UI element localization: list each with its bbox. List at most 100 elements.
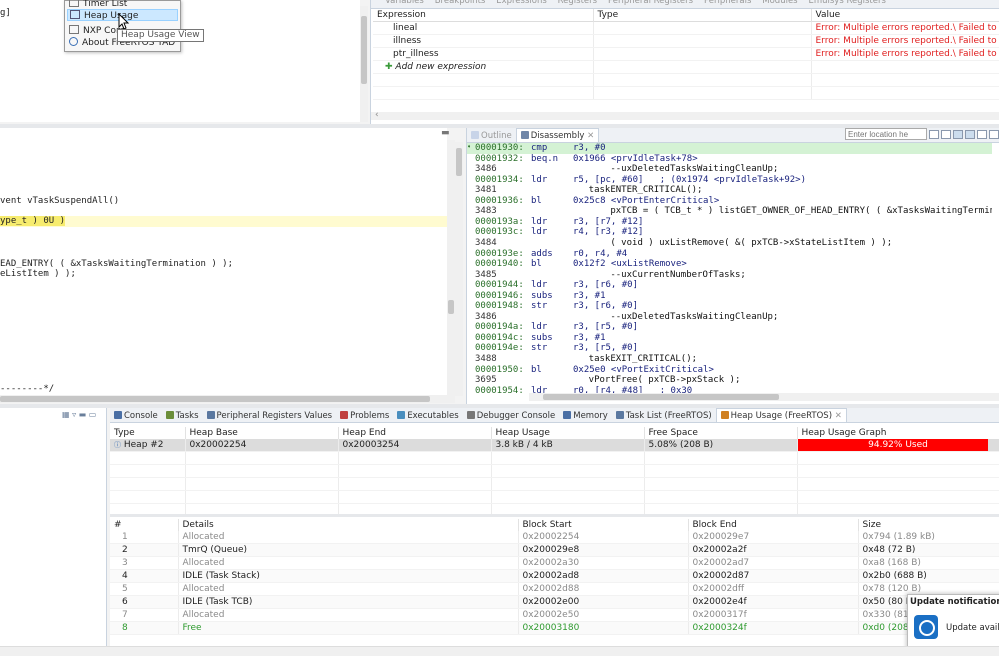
tab-tasks[interactable]: Tasks (162, 409, 203, 422)
col-heap-usage-graph[interactable]: Heap Usage Graph (797, 427, 999, 439)
close-icon[interactable]: ✕ (832, 411, 842, 421)
disassembly-source-line[interactable]: 3485 --uxCurrentNumberOfTasks; (467, 270, 992, 281)
left-blank-panel: ▦ ▿ ▬ ▭ (0, 408, 107, 655)
col-block-end[interactable]: Block End (688, 519, 859, 531)
disassembly-mnemonic: beq.n (531, 153, 559, 164)
col-free-space[interactable]: Free Space (644, 427, 798, 439)
update-notification[interactable]: Update notification dia Update availab (907, 594, 999, 651)
disassembly-operands: 0x12f2 <uxListRemove> (573, 259, 687, 270)
disassembly-vscroll[interactable] (455, 142, 463, 396)
go-icon[interactable] (929, 130, 939, 139)
table-row[interactable]: 6 IDLE (Task TCB) 0x20002e00 0x20002e4f 0x50… (110, 595, 999, 609)
expressions-hscroll[interactable]: ‹ (371, 110, 999, 120)
col-type[interactable]: Type (593, 9, 812, 22)
table-row[interactable]: 1 Allocated 0x20002254 0x200029e7 0x794 (1.8… (110, 531, 999, 544)
disassembly-source-line[interactable]: 3483 pxTCB = ( TCB_t * ) listGET_OWNER_O… (467, 206, 992, 217)
location-input[interactable] (845, 128, 927, 140)
table-row[interactable]: 5 Allocated 0x20002d88 0x20002dff 0x78 (120 … (110, 582, 999, 596)
disassembly-instruction[interactable]: 00001934: ldr r5, [pc, #60] ; (0x1974 <prv… (467, 175, 992, 186)
disassembly-instruction[interactable]: 0000194e: str r3, [r5, #0] (467, 343, 992, 354)
editor-hscroll[interactable] (0, 395, 455, 403)
maximize-icon[interactable] (989, 130, 999, 139)
tab-emulsys-registers[interactable]: Emulsys Registers (804, 0, 889, 8)
heap-row[interactable]: ⓘ Heap #2 0x20002254 0x20003254 3.8 kB /… (110, 439, 999, 452)
tab-heap-usage-freertos[interactable]: Heap Usage (FreeRTOS) ✕ (715, 408, 847, 422)
filter-icon[interactable] (965, 130, 975, 139)
table-row[interactable]: 4 IDLE (Task Stack) 0x20002ad8 0x20002d87 0x… (110, 569, 999, 583)
block-num: 6 (110, 595, 179, 609)
disassembly-source-line[interactable]: 3481 taskENTER_CRITICAL(); (467, 185, 992, 196)
tab-executables[interactable]: Executables (393, 409, 462, 422)
table-row[interactable]: 3 Allocated 0x20002a30 0x20002ad7 0xa8 (168 … (110, 556, 999, 570)
tab-registers[interactable]: Registers (554, 0, 601, 8)
disassembly-instruction[interactable]: 0000193a: ldr r3, [r7, #12] (467, 217, 992, 228)
tab-task-list-freertos[interactable]: Task List (FreeRTOS) (612, 409, 716, 422)
col-value[interactable]: Value (811, 9, 999, 22)
refresh-icon[interactable] (977, 130, 987, 139)
disassembly-source-line[interactable]: 3695 vPortFree( pxTCB->pxStack ); (467, 375, 992, 386)
disassembly-instruction[interactable]: 00001936: bl 0x25c8 <vPortEnterCritical> (467, 196, 992, 207)
col-size[interactable]: Size (858, 519, 999, 531)
menu-item-timer-list[interactable]: Timer List (67, 0, 178, 9)
table-row[interactable]: 2 TmrQ (Queue) 0x200029e8 0x20002a2f 0x48 (7… (110, 543, 999, 557)
table-row[interactable]: 8 Free 0x20003180 0x2000324f 0xd0 (208 B) (110, 621, 999, 635)
disassembly-source-line[interactable]: 3484 ( void ) uxListRemove( &( pxTCB->xS… (467, 238, 992, 249)
top-left-scrollbar[interactable] (360, 6, 368, 122)
add-expression-row[interactable]: ✚ Add new expression (373, 60, 999, 74)
disassembly-instruction[interactable]: 0000194c: subs r3, #1 (467, 333, 992, 344)
tab-console[interactable]: Console (110, 409, 162, 422)
source-editor[interactable]: ▬ vent vTaskSuspendAll() ype_t ) 0U ) EA… (0, 128, 450, 400)
editor-minimize-icon[interactable]: ▬ (441, 128, 450, 138)
col-expression[interactable]: Expression (373, 9, 594, 22)
col-number[interactable]: # (110, 519, 179, 531)
col-type[interactable]: Type (110, 427, 186, 439)
tab-label: Debugger Console (476, 411, 556, 421)
col-details[interactable]: Details (178, 519, 519, 531)
table-row[interactable]: lineal Error: Multiple errors reported.\… (373, 21, 999, 35)
tab-peripheral-registers-values[interactable]: Peripheral Registers Values (203, 409, 337, 422)
disassembly-line-current[interactable]: 00001930: cmp r3, #0 ➧ (467, 143, 992, 154)
tab-memory[interactable]: Memory (559, 409, 612, 422)
tab-peripherals[interactable]: Peripherals (700, 0, 755, 8)
update-icon (914, 615, 938, 639)
close-icon[interactable]: ✕ (587, 131, 594, 141)
block-start: 0x20002e00 (518, 595, 689, 609)
disassembly-instruction[interactable]: 00001940: bl 0x12f2 <uxListRemove> (467, 259, 992, 270)
block-details: Allocated (178, 582, 519, 596)
tab-expressions[interactable]: Expressions (492, 0, 551, 8)
disassembly-instruction[interactable]: 00001946: subs r3, #1 (467, 291, 992, 302)
tab-debugger-console[interactable]: Debugger Console (463, 409, 560, 422)
disassembly-source-line[interactable]: 3486 --uxDeletedTasksWaitingCleanUp; (467, 312, 992, 323)
editor-vscroll[interactable] (447, 140, 455, 395)
disassembly-instruction[interactable]: 00001954: ldr r0, [r4, #48] ; 0x30 (467, 386, 992, 393)
table-row[interactable]: 7 Allocated 0x20002e50 0x2000317f 0x330 (816… (110, 608, 999, 622)
col-heap-base[interactable]: Heap Base (185, 427, 339, 439)
tab-disassembly[interactable]: Disassembly ✕ (515, 128, 600, 142)
col-heap-end[interactable]: Heap End (338, 427, 492, 439)
tab-outline[interactable]: Outline (467, 129, 516, 142)
col-block-start[interactable]: Block Start (518, 519, 689, 531)
disassembly-instruction[interactable]: 0000193c: ldr r4, [r3, #12] (467, 227, 992, 238)
tab-breakpoints[interactable]: Breakpoints (431, 0, 490, 8)
disassembly-instruction[interactable]: 00001944: ldr r3, [r6, #0] (467, 280, 992, 291)
sync-icon[interactable] (941, 130, 951, 139)
col-heap-usage[interactable]: Heap Usage (491, 427, 645, 439)
disassembly-instruction[interactable]: 00001948: str r3, [r6, #0] (467, 301, 992, 312)
disassembly-source-line[interactable]: 3486 --uxDeletedTasksWaitingCleanUp; (467, 164, 992, 175)
disassembly-instruction[interactable]: 0000193e: adds r0, r4, #4 (467, 249, 992, 260)
disassembly-instruction[interactable]: 00001932: beq.n 0x1966 <prvIdleTask+78> (467, 154, 992, 165)
disassembly-source-line[interactable]: 3488 taskEXIT_CRITICAL(); (467, 354, 992, 365)
disassembly-instruction[interactable]: 00001950: bl 0x25e0 <vPortExitCritical> (467, 365, 992, 376)
tab-peripheral-registers[interactable]: Peripheral Registers (604, 0, 697, 8)
table-sash[interactable] (110, 514, 999, 517)
tab-variables[interactable]: Variables (371, 0, 428, 8)
disassembly-body[interactable]: 00001930: cmp r3, #0 ➧ 00001932: beq.n 0x1966 … (467, 143, 992, 393)
table-row[interactable]: illness Error: Multiple errors reported.… (373, 34, 999, 48)
tab-problems[interactable]: Problems (336, 409, 393, 422)
link-icon[interactable] (953, 130, 963, 139)
tab-modules[interactable]: Modules (758, 0, 801, 8)
scroll-left-icon[interactable]: ‹ (375, 110, 379, 120)
table-row[interactable]: ptr_illness Error: Multiple errors repor… (373, 47, 999, 61)
disassembly-instruction[interactable]: 0000194a: ldr r3, [r5, #0] (467, 322, 992, 333)
disassembly-hscroll[interactable] (529, 393, 999, 401)
